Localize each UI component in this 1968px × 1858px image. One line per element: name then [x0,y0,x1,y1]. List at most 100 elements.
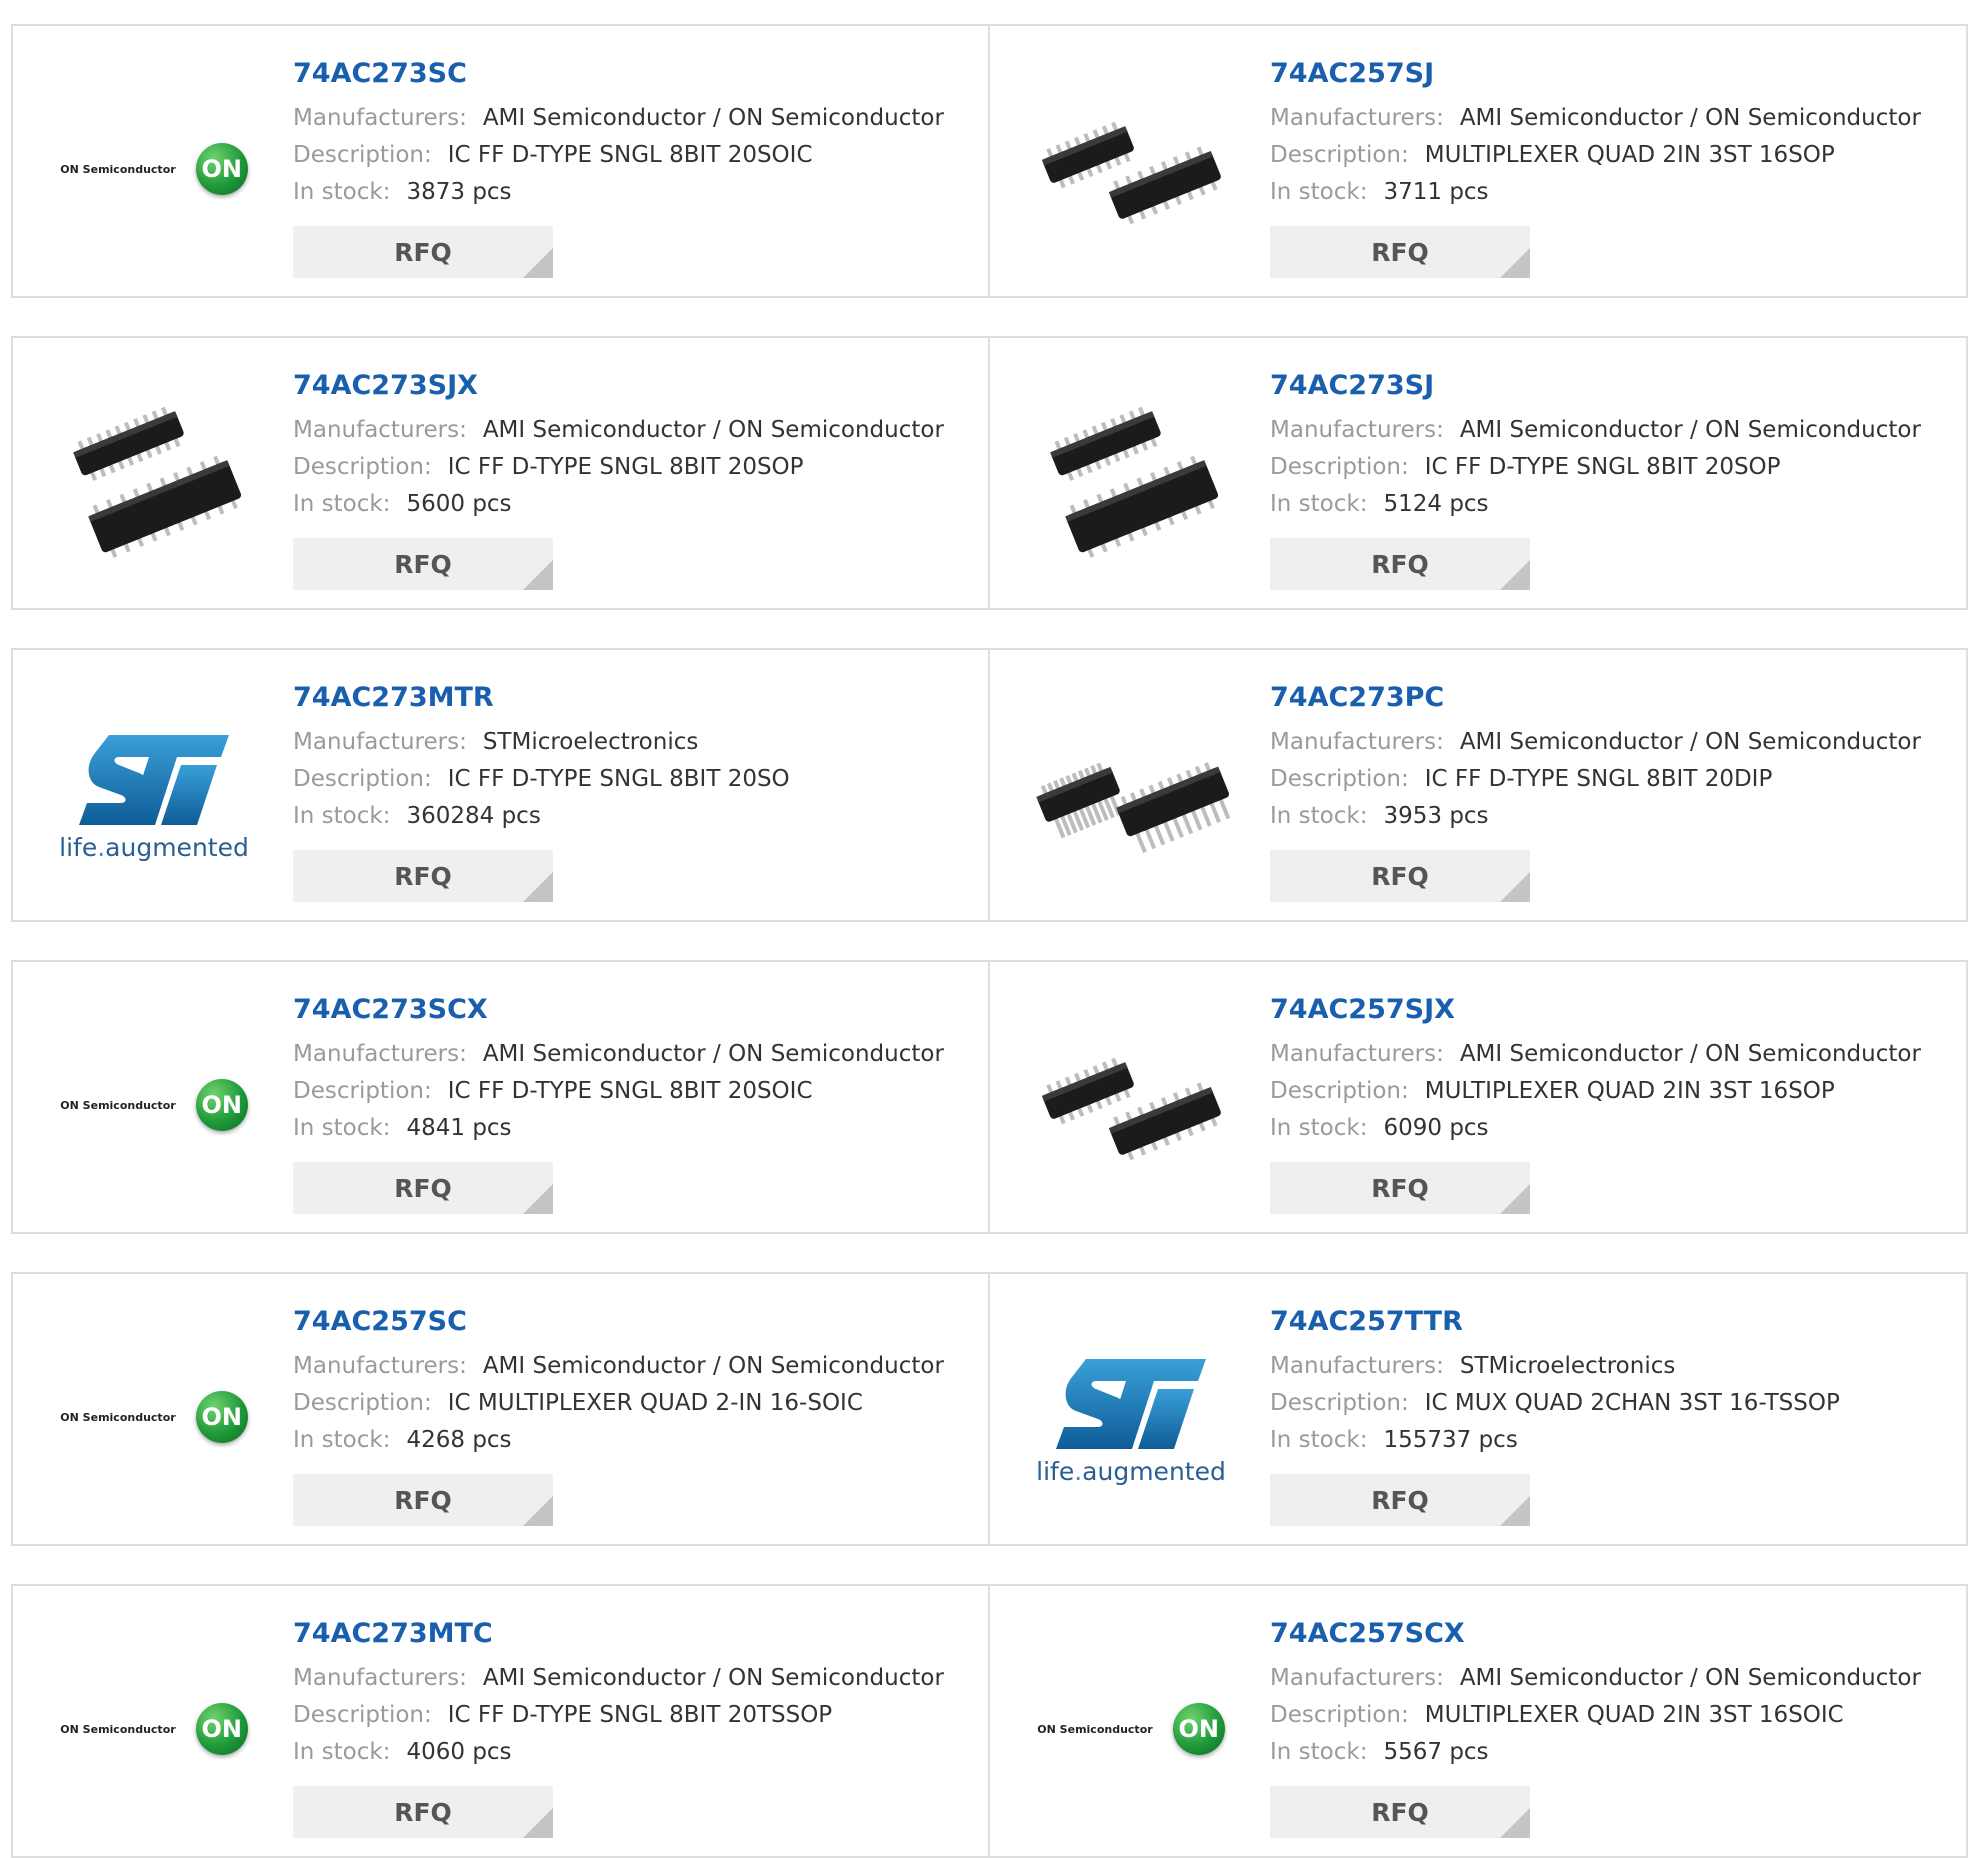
manufacturers-label: Manufacturers: [293,1353,467,1379]
product-card: ON Semiconductor ON 74AC257SC Manufacture… [11,1272,990,1546]
stock-label: In stock: [293,179,391,205]
rfq-button[interactable]: RFQ [1270,1474,1530,1526]
corner-triangle-icon [1500,248,1530,278]
product-card: ON Semiconductor ON 74AC273MTC Manufactur… [11,1584,990,1858]
description-row: Description: MULTIPLEXER QUAD 2IN 3ST 16S… [1270,1073,1956,1110]
rfq-button[interactable]: RFQ [1270,850,1530,902]
product-image[interactable] [1028,1002,1234,1208]
product-card: 74AC257SJX Manufacturers: AMI Semiconduct… [990,960,1968,1234]
manufacturers-label: Manufacturers: [1270,417,1444,443]
st-tagline-life: life [59,832,98,862]
stock-value: 6090 pcs [1383,1115,1489,1141]
rfq-label: RFQ [1371,237,1429,267]
part-number-link[interactable]: 74AC273MTR [293,680,978,716]
stock-row: In stock: 4841 pcs [293,1110,978,1147]
rfq-button[interactable]: RFQ [1270,1162,1530,1214]
product-image[interactable]: ON Semiconductor ON [51,1626,257,1832]
stock-value: 3953 pcs [1383,803,1489,829]
on-brand-name: ON Semiconductor [60,1410,176,1424]
product-grid: ON Semiconductor ON 74AC273SC Manufacture… [11,24,1968,1858]
on-semiconductor-logo: ON Semiconductor ON [60,1079,248,1131]
on-circle-mark: ON [195,1079,248,1131]
stock-value: 155737 pcs [1383,1427,1518,1453]
description-value: IC FF D-TYPE SNGL 8BIT 20SOP [447,454,804,480]
on-brand-name: ON Semiconductor [1037,1722,1153,1736]
stock-row: In stock: 155737 pcs [1270,1422,1956,1459]
product-info: 74AC257SJX Manufacturers: AMI Semiconduct… [1270,992,1956,1147]
description-row: Description: IC MUX QUAD 2CHAN 3ST 16-TSS… [1270,1385,1956,1422]
product-image[interactable]: life.augmented [51,690,257,896]
rfq-button[interactable]: RFQ [1270,226,1530,278]
st-mark-icon [78,734,229,825]
part-number-link[interactable]: 74AC273PC [1270,680,1956,716]
part-number-link[interactable]: 74AC273SCX [293,992,978,1028]
description-label: Description: [293,766,432,792]
product-image[interactable] [1028,378,1234,584]
stock-row: In stock: 4060 pcs [293,1734,978,1771]
st-tagline: life.augmented [59,833,249,862]
product-image[interactable] [1028,66,1234,272]
rfq-button[interactable]: RFQ [293,1474,553,1526]
product-image[interactable]: ON Semiconductor ON [51,66,257,272]
manufacturer-row: Manufacturers: AMI Semiconductor / ON Sem… [293,412,978,449]
st-tagline-augmented: augmented [1082,1456,1226,1486]
part-number-link[interactable]: 74AC273SJX [293,368,978,404]
product-image[interactable] [51,378,257,584]
description-row: Description: IC FF D-TYPE SNGL 8BIT 20TSS… [293,1697,978,1734]
product-image[interactable]: ON Semiconductor ON [51,1314,257,1520]
part-number-link[interactable]: 74AC257SCX [1270,1616,1956,1652]
product-image[interactable] [1028,690,1234,896]
corner-triangle-icon [1500,1184,1530,1214]
part-number-link[interactable]: 74AC257SJX [1270,992,1956,1028]
manufacturer-value: STMicroelectronics [1459,1353,1676,1379]
stock-label: In stock: [293,803,391,829]
part-number-link[interactable]: 74AC257SJ [1270,56,1956,92]
manufacturers-label: Manufacturers: [293,1041,467,1067]
on-brand-name: ON Semiconductor [60,1098,176,1112]
on-brand-name: ON Semiconductor [60,1722,176,1736]
product-info: 74AC257TTR Manufacturers: STMicroelectron… [1270,1304,1956,1459]
manufacturers-label: Manufacturers: [293,417,467,443]
rfq-button[interactable]: RFQ [293,538,553,590]
stock-row: In stock: 4268 pcs [293,1422,978,1459]
manufacturer-row: Manufacturers: AMI Semiconductor / ON Sem… [1270,724,1956,761]
rfq-button[interactable]: RFQ [1270,1786,1530,1838]
on-circle-mark: ON [195,1703,248,1755]
rfq-button[interactable]: RFQ [293,226,553,278]
stock-label: In stock: [293,1739,391,1765]
product-image[interactable]: life.augmented [1028,1314,1234,1520]
rfq-button[interactable]: RFQ [293,1786,553,1838]
product-card: life.augmented 74AC273MTR Manufacturers:… [11,648,990,922]
description-label: Description: [1270,142,1409,168]
chip-package-icon [54,379,254,583]
part-number-link[interactable]: 74AC273SJ [1270,368,1956,404]
product-image[interactable]: ON Semiconductor ON [1028,1626,1234,1832]
stock-row: In stock: 360284 pcs [293,798,978,835]
description-row: Description: IC FF D-TYPE SNGL 8BIT 20SO [293,761,978,798]
rfq-label: RFQ [394,1485,452,1515]
description-value: IC FF D-TYPE SNGL 8BIT 20TSSOP [447,1702,833,1728]
rfq-button[interactable]: RFQ [293,850,553,902]
manufacturer-row: Manufacturers: AMI Semiconductor / ON Sem… [1270,1036,1956,1073]
description-label: Description: [293,1702,432,1728]
rfq-button[interactable]: RFQ [293,1162,553,1214]
corner-triangle-icon [523,1496,553,1526]
part-number-link[interactable]: 74AC273SC [293,56,978,92]
description-value: MULTIPLEXER QUAD 2IN 3ST 16SOIC [1424,1702,1844,1728]
stock-label: In stock: [1270,1115,1368,1141]
stock-value: 3873 pcs [406,179,512,205]
st-logo: life.augmented [59,725,249,862]
product-card: 74AC257SJ Manufacturers: AMI Semiconducto… [990,24,1968,298]
rfq-button[interactable]: RFQ [1270,538,1530,590]
part-number-link[interactable]: 74AC273MTC [293,1616,978,1652]
part-number-link[interactable]: 74AC257SC [293,1304,978,1340]
part-number-link[interactable]: 74AC257TTR [1270,1304,1956,1340]
description-value: IC FF D-TYPE SNGL 8BIT 20DIP [1424,766,1773,792]
manufacturer-row: Manufacturers: AMI Semiconductor / ON Sem… [1270,100,1956,137]
rfq-label: RFQ [394,1173,452,1203]
stock-label: In stock: [293,1427,391,1453]
st-mark-icon [1055,1358,1206,1449]
product-image[interactable]: ON Semiconductor ON [51,1002,257,1208]
product-card: 74AC273SJX Manufacturers: AMI Semiconduct… [11,336,990,610]
stock-label: In stock: [293,1115,391,1141]
